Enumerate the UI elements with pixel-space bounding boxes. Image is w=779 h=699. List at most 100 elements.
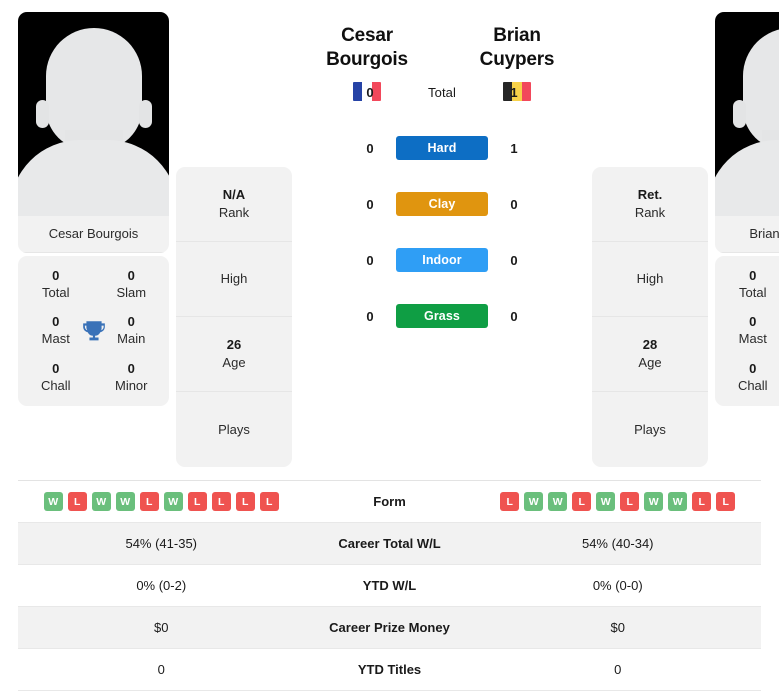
left-ytd-wl: 0% (0-2)	[136, 578, 187, 593]
left-info-rank: N/A Rank	[176, 167, 292, 242]
avatar-silhouette-body	[715, 140, 779, 216]
center-comparison-column: Cesar Bourgois Brian Cuypers 0 Total 1 0…	[292, 12, 592, 328]
h2h-total-label: Total	[428, 84, 456, 100]
form-badge-loss: L	[187, 492, 207, 511]
form-badge-win: W	[43, 492, 63, 511]
left-age-value: 26	[226, 337, 242, 353]
right-ytd-titles: 0	[614, 662, 622, 677]
h2h-hard-left-count: 0	[366, 140, 374, 156]
left-titles-minor-value: 0	[127, 360, 135, 376]
right-form-cell: LWWLWLWWLL	[475, 492, 762, 511]
left-form-strip: WLWWLWLLLL	[43, 492, 279, 511]
left-form-cell: WLWWLWLLLL	[18, 492, 305, 511]
trophy-icon	[81, 318, 107, 344]
form-badge-loss: L	[67, 492, 87, 511]
right-player-avatar	[715, 12, 779, 216]
table-row-ytd-titles: 0 YTD Titles 0	[18, 649, 761, 691]
right-high-label: High	[636, 271, 664, 287]
right-titles-chall: 0 Chall	[715, 360, 779, 394]
left-plays-label: Plays	[218, 421, 250, 437]
right-ytd-wl: 0% (0-0)	[592, 578, 643, 593]
head-to-head-surfaces: 0 Total 1 0 Hard 1 0 Clay 0 0 Indoor 0 0	[292, 64, 592, 344]
left-info-plays: Plays	[176, 392, 292, 467]
avatar-silhouette-ear-left	[35, 100, 49, 128]
form-badge-loss: L	[139, 492, 159, 511]
right-titles-chall-value: 0	[749, 360, 757, 376]
left-player-photo-card[interactable]: Cesar Bourgois	[18, 12, 169, 253]
form-badge-loss: L	[692, 492, 712, 511]
right-plays-label: Plays	[634, 421, 666, 437]
right-age-label: Age	[638, 355, 662, 370]
h2h-indoor-left-count: 0	[366, 252, 374, 268]
right-titles-mast-label: Mast	[738, 331, 767, 347]
right-form-strip: LWWLWLWWLL	[500, 492, 736, 511]
left-titles-chall: 0 Chall	[18, 360, 94, 394]
left-titles-slam: 0 Slam	[94, 267, 170, 301]
right-career-prize-money: $0	[610, 620, 625, 635]
right-rank-label: Rank	[634, 205, 666, 220]
left-player-first-name: Cesar	[341, 25, 393, 46]
left-player-info-column: N/A Rank High 26 Age Plays	[176, 12, 292, 467]
left-titles-slam-label: Slam	[116, 285, 147, 301]
h2h-row-hard: 0 Hard 1	[344, 120, 540, 176]
left-rank-value: N/A	[222, 187, 246, 203]
h2h-indoor-badge[interactable]: Indoor	[396, 248, 488, 272]
form-badge-loss: L	[500, 492, 520, 511]
form-badge-loss: L	[572, 492, 592, 511]
right-player-titles-card: 0 Total 0 Slam 0 Mast 0 Main 0 Chall	[715, 256, 779, 406]
left-titles-minor: 0 Minor	[94, 360, 170, 394]
left-player-column: Cesar Bourgois 0 Total 0 Slam 0 Mast 0 M…	[18, 12, 169, 406]
right-age-value: 28	[642, 337, 658, 353]
h2h-total-right-count: 1	[510, 84, 518, 100]
row-label-ytd-titles: YTD Titles	[357, 662, 422, 677]
form-badge-win: W	[644, 492, 664, 511]
player-comparison-header: Cesar Bourgois 0 Total 0 Slam 0 Mast 0 M…	[0, 0, 779, 480]
left-career-prize-money: $0	[154, 620, 169, 635]
left-titles-chall-value: 0	[52, 360, 60, 376]
left-high-label: High	[220, 271, 248, 287]
left-titles-total-label: Total	[42, 285, 70, 301]
h2h-hard-right-count: 1	[510, 140, 518, 156]
row-label-career-total-wl: Career Total W/L	[338, 536, 441, 551]
right-rank-value: Ret.	[637, 187, 663, 203]
table-row-form: WLWWLWLLLL Form LWWLWLWWLL	[18, 481, 761, 523]
row-label-career-prize-money: Career Prize Money	[329, 620, 450, 635]
left-ytd-titles: 0	[157, 662, 165, 677]
left-titles-total: 0 Total	[18, 267, 94, 301]
left-info-age: 26 Age	[176, 317, 292, 392]
h2h-hard-badge[interactable]: Hard	[396, 136, 488, 160]
table-row-career-prize-money: $0 Career Prize Money $0	[18, 607, 761, 649]
avatar-silhouette-ear-left	[732, 100, 746, 128]
right-player-photo-card[interactable]: Brian Cuypers	[715, 12, 779, 253]
h2h-indoor-right-count: 0	[510, 252, 518, 268]
left-info-high: High	[176, 242, 292, 317]
left-titles-minor-label: Minor	[114, 377, 148, 393]
row-label-form: Form	[373, 494, 406, 509]
left-player-photo-name: Cesar Bourgois	[18, 216, 169, 253]
table-row-ytd-wl: 0% (0-2) YTD W/L 0% (0-0)	[18, 565, 761, 607]
right-player-first-name: Brian	[493, 25, 541, 46]
left-titles-slam-value: 0	[127, 268, 135, 283]
h2h-grass-badge[interactable]: Grass	[396, 304, 488, 328]
comparison-stats-table: WLWWLWLLLL Form LWWLWLWWLL 54% (41-35) C…	[18, 480, 761, 691]
left-age-label: Age	[222, 355, 246, 370]
right-titles-total: 0 Total	[715, 267, 779, 301]
right-info-rank: Ret. Rank	[592, 167, 708, 242]
right-player-info-column: Ret. Rank High 28 Age Plays	[592, 12, 708, 467]
h2h-grass-right-count: 0	[510, 308, 518, 324]
form-badge-loss: L	[235, 492, 255, 511]
avatar-silhouette-body	[18, 140, 169, 216]
form-badge-win: W	[115, 492, 135, 511]
h2h-total-left-count: 0	[366, 84, 374, 100]
h2h-clay-badge[interactable]: Clay	[396, 192, 488, 216]
form-badge-loss: L	[211, 492, 231, 511]
h2h-clay-right-count: 0	[510, 196, 518, 212]
form-badge-win: W	[548, 492, 568, 511]
table-row-career-total-wl: 54% (41-35) Career Total W/L 54% (40-34)	[18, 523, 761, 565]
row-label-ytd-wl: YTD W/L	[362, 578, 417, 593]
right-titles-total-value: 0	[749, 268, 757, 283]
right-titles-total-label: Total	[739, 285, 767, 301]
avatar-silhouette-ear-right	[138, 100, 152, 128]
form-badge-win: W	[524, 492, 544, 511]
right-player-info-card: Ret. Rank High 28 Age Plays	[592, 167, 708, 467]
